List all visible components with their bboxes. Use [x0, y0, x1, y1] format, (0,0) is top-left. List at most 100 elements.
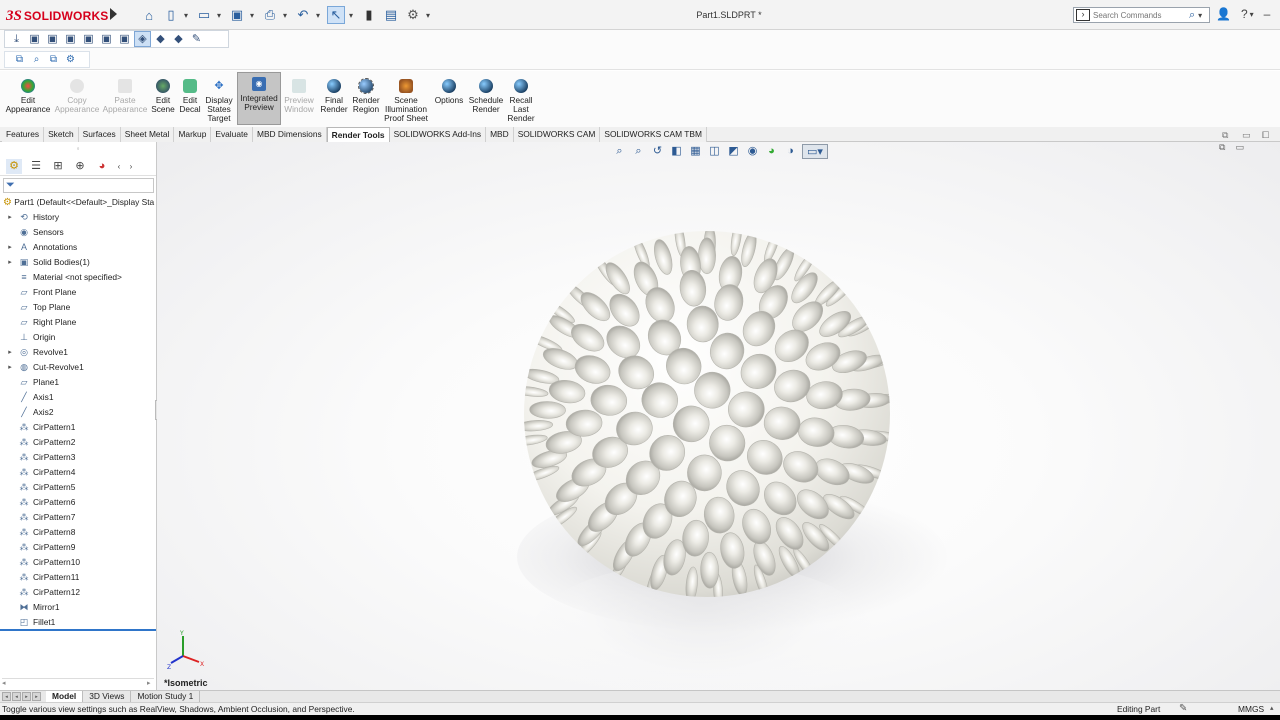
golf-ball-model[interactable]: [522, 228, 892, 600]
copy-appearance-button[interactable]: Copy Appearance: [54, 75, 100, 127]
tree-item[interactable]: ⁂ CirPattern3: [0, 449, 156, 464]
edit-scene-button[interactable]: Edit Scene: [150, 75, 176, 127]
paste-appearance-button[interactable]: Paste Appearance: [102, 75, 148, 127]
tab-sheet-metal[interactable]: Sheet Metal: [120, 127, 175, 142]
display-manager-tab-icon[interactable]: ◕: [94, 159, 110, 174]
user-icon[interactable]: 👤: [1216, 7, 1231, 21]
viewport-restore-icon[interactable]: ⧉: [1219, 142, 1225, 153]
tree-item[interactable]: ▱ Right Plane: [0, 314, 156, 329]
tree-item[interactable]: ◰ Fillet1: [0, 614, 156, 629]
apply-scene-icon[interactable]: ◑: [783, 144, 798, 159]
tree-item[interactable]: ⁂ CirPattern7: [0, 509, 156, 524]
search-icon[interactable]: ⌕: [1189, 9, 1195, 22]
first-tab-icon[interactable]: ◂: [2, 692, 11, 701]
tree-item[interactable]: ⁂ CirPattern10: [0, 554, 156, 569]
tree-item[interactable]: ⁂ CirPattern2: [0, 434, 156, 449]
expand-arrow-icon[interactable]: ▸: [6, 363, 14, 371]
dimxpert-manager-tab-icon[interactable]: ⊕: [72, 159, 88, 174]
expand-arrow-icon[interactable]: ▸: [6, 348, 14, 356]
tree-item[interactable]: ▱ Top Plane: [0, 299, 156, 314]
edit-appearance-button[interactable]: Edit Appearance: [4, 75, 52, 127]
tree-item[interactable]: ⁂ CirPattern4: [0, 464, 156, 479]
isometric-view-icon[interactable]: ◈: [134, 31, 151, 47]
unit-dropdown-icon[interactable]: ▴: [1270, 704, 1274, 712]
linked-view-icon[interactable]: ⧉: [47, 53, 60, 66]
back-view-icon[interactable]: ▣: [45, 32, 60, 46]
dimetric-view-icon[interactable]: ◆: [171, 32, 186, 46]
tab-scroll-left-icon[interactable]: ‹: [116, 159, 122, 174]
view-orientation-icon[interactable]: ◫: [707, 144, 722, 159]
tree-item[interactable]: ▱ Plane1: [0, 374, 156, 389]
tree-item[interactable]: ⁂ CirPattern6: [0, 494, 156, 509]
tree-item[interactable]: ╱ Axis2: [0, 404, 156, 419]
display-states-target-button[interactable]: ✥ Display States Target: [204, 75, 234, 127]
bottom-view-icon[interactable]: ▣: [117, 32, 132, 46]
tree-item[interactable]: ╱ Axis1: [0, 389, 156, 404]
view-settings-icon[interactable]: ▭▾: [802, 144, 828, 159]
tree-item[interactable]: ⁂ CirPattern8: [0, 524, 156, 539]
viewport-maximize-icon[interactable]: ▭: [1235, 142, 1244, 153]
front-view-icon[interactable]: ▣: [27, 32, 42, 46]
zoom-to-fit-icon[interactable]: ⌕: [612, 144, 627, 159]
tab-sketch[interactable]: Sketch: [44, 127, 79, 142]
normal-to-icon[interactable]: ⤓: [9, 32, 24, 46]
integrated-preview-button[interactable]: ◉ Integrated Preview: [237, 72, 281, 125]
graphics-area[interactable]: Y X Z *Isometric ⌕ ⌕ ↺ ◧ ▦ ◫ ◩ ◉ ◕ ◑ ▭▾ …: [157, 142, 1280, 690]
tree-item[interactable]: ⁂ CirPattern1: [0, 419, 156, 434]
panel-horizontal-scrollbar[interactable]: ◂ ▸: [2, 678, 154, 688]
tree-item[interactable]: ▸ ◍ Cut-Revolve1: [0, 359, 156, 374]
tree-item[interactable]: ≡ Material <not specified>: [0, 269, 156, 284]
tree-filter-field[interactable]: ⏷: [3, 178, 154, 193]
restore-window-icon[interactable]: ▭: [1242, 130, 1251, 141]
edit-decal-button[interactable]: Edit Decal: [178, 75, 202, 127]
tree-item[interactable]: ⁂ CirPattern5: [0, 479, 156, 494]
right-view-icon[interactable]: ▣: [81, 32, 96, 46]
tab-surfaces[interactable]: Surfaces: [78, 127, 121, 142]
prev-tab-icon[interactable]: ◂: [12, 692, 21, 701]
tree-item[interactable]: ▸ ▣ Solid Bodies(1): [0, 254, 156, 269]
tab-markup[interactable]: Markup: [174, 127, 212, 142]
rebuild-status-icon[interactable]: ✎: [1179, 703, 1187, 714]
scene-illumination-proof-sheet-button[interactable]: Scene Illumination Proof Sheet: [383, 75, 429, 127]
unit-system[interactable]: MMGS: [1238, 704, 1264, 714]
zoom-to-area-icon[interactable]: ⌕: [631, 144, 646, 159]
expand-arrow-icon[interactable]: ▸: [6, 213, 14, 221]
tree-item[interactable]: ▸ A Annotations: [0, 239, 156, 254]
panel-grip-icon[interactable]: ◦: [0, 142, 156, 156]
tree-item[interactable]: ⊥ Origin: [0, 329, 156, 344]
help-icon[interactable]: ?: [1241, 7, 1248, 21]
tab-mbd-dimensions[interactable]: MBD Dimensions: [252, 127, 327, 142]
rollback-bar[interactable]: [0, 629, 156, 631]
tab-solidworks-add-ins[interactable]: SOLIDWORKS Add-Ins: [389, 127, 487, 142]
tab-solidworks-cam[interactable]: SOLIDWORKS CAM: [513, 127, 601, 142]
recall-last-render-button[interactable]: Recall Last Render: [505, 75, 537, 127]
tree-item[interactable]: ▱ Front Plane: [0, 284, 156, 299]
trimetric-view-icon[interactable]: ◆: [153, 32, 168, 46]
search-input[interactable]: [1093, 10, 1189, 20]
close-window-icon[interactable]: ⧠: [1262, 130, 1269, 141]
preview-window-button[interactable]: Preview Window: [283, 75, 315, 127]
previous-view-icon[interactable]: ↺: [650, 144, 665, 159]
tab-features[interactable]: Features: [2, 127, 45, 142]
tree-item[interactable]: ▸ ◎ Revolve1: [0, 344, 156, 359]
dynamic-annotation-icon[interactable]: ▦: [688, 144, 703, 159]
settings-icon[interactable]: ⚙: [64, 53, 77, 66]
display-style-icon[interactable]: ◩: [726, 144, 741, 159]
tab-evaluate[interactable]: Evaluate: [211, 127, 253, 142]
section-view-icon[interactable]: ◧: [669, 144, 684, 159]
search-dropdown-icon[interactable]: ▾: [1198, 11, 1205, 20]
configuration-manager-tab-icon[interactable]: ⊞: [50, 159, 66, 174]
measure-icon[interactable]: ✎: [189, 32, 204, 46]
tree-item[interactable]: ▸ ⟲ History: [0, 209, 156, 224]
last-tab-icon[interactable]: ▸: [32, 692, 41, 701]
tab-mbd[interactable]: MBD: [486, 127, 514, 142]
tab-solidworks-cam-tbm[interactable]: SOLIDWORKS CAM TBM: [600, 127, 707, 142]
tree-item[interactable]: ⁂ CirPattern11: [0, 569, 156, 584]
tree-item[interactable]: ⁂ CirPattern9: [0, 539, 156, 554]
render-region-button[interactable]: Render Region: [350, 75, 382, 127]
tree-item[interactable]: ⧓ Mirror1: [0, 599, 156, 614]
hide-show-items-icon[interactable]: ◉: [745, 144, 760, 159]
final-render-button[interactable]: Final Render: [318, 75, 350, 127]
property-manager-tab-icon[interactable]: ☰: [28, 159, 44, 174]
tab-render-tools[interactable]: Render Tools: [326, 127, 390, 142]
